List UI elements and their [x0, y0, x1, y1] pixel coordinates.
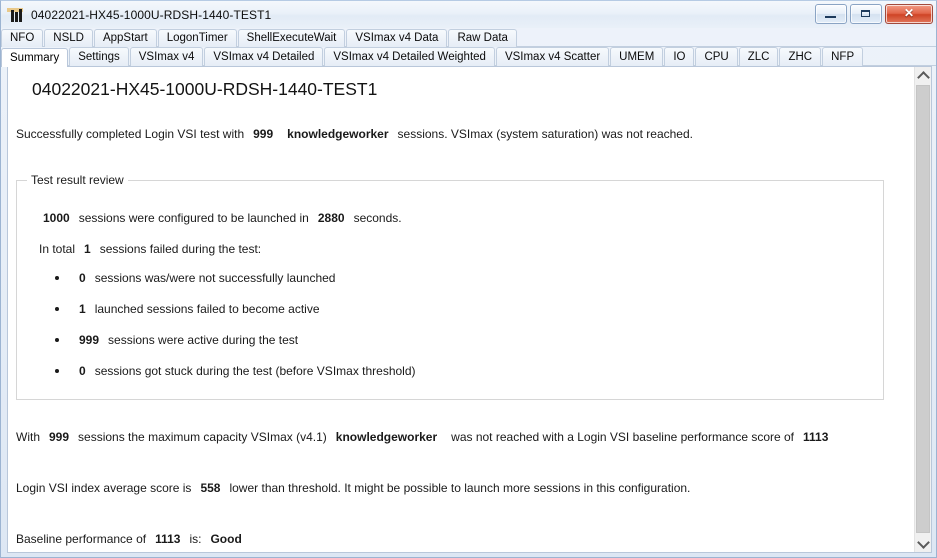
- intro-session-count: 999: [253, 127, 274, 141]
- bullet-text: launched sessions failed to become activ…: [94, 302, 320, 316]
- capacity-baseline-score: 1113: [803, 430, 829, 444]
- bullet-text: sessions got stuck during the test (befo…: [94, 364, 416, 378]
- bullet-text: sessions were active during the test: [108, 333, 299, 347]
- minimize-button[interactable]: [815, 4, 847, 24]
- tab-strip-primary: NFO NSLD AppStart LogonTimer ShellExecuteWai…: [1, 28, 936, 47]
- bullet-item: 999 sessions were active during the test: [55, 333, 298, 347]
- scroll-down-button[interactable]: [915, 535, 931, 552]
- bullet-value: 0: [79, 271, 86, 285]
- maximize-button[interactable]: [850, 4, 882, 24]
- configured-sessions-line: 1000 sessions were configured to be launc…: [43, 211, 402, 225]
- tab-vsimax-v4-detailed-weighted[interactable]: VSImax v4 Detailed Weighted: [324, 47, 495, 66]
- vertical-scrollbar[interactable]: [914, 67, 931, 552]
- configured-seconds: 2880: [317, 211, 345, 225]
- capacity-text: With 999 sessions the maximum capacity VSI…: [16, 430, 828, 444]
- window-title: 04022021-HX45-1000U-RDSH-1440-TEST1: [31, 7, 272, 22]
- index-score-text: Login VSI index average score is 558 lower…: [16, 481, 690, 495]
- index-prefix: Login VSI index average score is: [16, 481, 192, 495]
- bullet-item: 1 launched sessions failed to become acti…: [55, 302, 320, 316]
- capacity-workload: knowledgeworker: [335, 430, 438, 444]
- baseline-value: 1113: [155, 532, 181, 546]
- tab-zhc[interactable]: ZHC: [779, 47, 822, 66]
- test-result-review-group: Test result review 1000 sessions were con…: [16, 173, 884, 400]
- bullet-dot-icon: [55, 307, 59, 311]
- tab-nsld[interactable]: NSLD: [44, 29, 93, 47]
- tab-appstart[interactable]: AppStart: [93, 29, 157, 47]
- bullet-value: 1: [79, 302, 86, 316]
- tab-vsimax-v4-scatter[interactable]: VSImax v4 Scatter: [495, 47, 610, 66]
- scroll-up-button[interactable]: [915, 67, 931, 84]
- index-suffix: lower than threshold. It might be possib…: [229, 481, 691, 495]
- bullet-value: 0: [79, 364, 86, 378]
- application-window: 04022021-HX45-1000U-RDSH-1440-TEST1 ✕ NF…: [0, 0, 937, 558]
- tab-raw-data[interactable]: Raw Data: [448, 29, 517, 47]
- failed-suffix: sessions failed during the test:: [99, 242, 262, 256]
- tab-shellexecutewait[interactable]: ShellExecuteWait: [237, 29, 346, 47]
- intro-prefix: Successfully completed Login VSI test wi…: [16, 127, 245, 141]
- close-button[interactable]: ✕: [885, 4, 933, 24]
- tab-io[interactable]: IO: [664, 47, 695, 66]
- capacity-sessions: 999: [49, 430, 70, 444]
- bullet-dot-icon: [55, 276, 59, 280]
- tab-logontimer[interactable]: LogonTimer: [157, 29, 237, 47]
- tab-nfp[interactable]: NFP: [822, 47, 864, 66]
- failed-sessions-line: In total 1 sessions failed during the test…: [39, 242, 261, 256]
- tab-strip-secondary: Summary Settings VSImax v4 VSImax v4 Detail…: [1, 46, 936, 67]
- tab-nfo[interactable]: NFO: [1, 29, 44, 47]
- tab-summary[interactable]: Summary: [1, 48, 69, 67]
- configured-mid: sessions were configured to be launched …: [78, 211, 309, 225]
- bullet-value: 999: [79, 333, 100, 347]
- chevron-up-icon: [916, 70, 930, 84]
- content-panel: 04022021-HX45-1000U-RDSH-1440-TEST1 Succ…: [7, 66, 932, 553]
- title-bar: 04022021-HX45-1000U-RDSH-1440-TEST1 ✕: [1, 1, 936, 28]
- bullet-item: 0 sessions was/were not successfully laun…: [55, 271, 335, 285]
- caption-buttons: ✕: [815, 4, 933, 24]
- failed-prefix: In total: [39, 242, 76, 256]
- baseline-performance-text: Baseline performance of 1113 is: Good: [16, 532, 242, 546]
- group-title: Test result review: [27, 173, 128, 187]
- bullet-dot-icon: [55, 338, 59, 342]
- chevron-down-icon: [916, 535, 930, 549]
- intro-workload: knowledgeworker: [287, 127, 389, 141]
- tab-umem[interactable]: UMEM: [610, 47, 664, 66]
- scrollbar-thumb[interactable]: [916, 85, 930, 533]
- tab-vsimax-v4-data[interactable]: VSImax v4 Data: [346, 29, 448, 47]
- tab-settings[interactable]: Settings: [69, 47, 129, 66]
- page-title: 04022021-HX45-1000U-RDSH-1440-TEST1: [32, 79, 378, 99]
- configured-suffix: seconds.: [353, 211, 402, 225]
- tab-cpu[interactable]: CPU: [695, 47, 738, 66]
- bullet-text: sessions was/were not successfully launc…: [94, 271, 336, 285]
- tab-vsimax-v4-detailed[interactable]: VSImax v4 Detailed: [204, 47, 324, 66]
- intro-suffix: sessions. VSImax (system saturation) was…: [397, 127, 693, 141]
- minimize-icon: [825, 16, 836, 18]
- baseline-rating: Good: [210, 532, 242, 546]
- bar-chart-icon: [7, 7, 24, 22]
- close-icon: ✕: [903, 6, 915, 20]
- baseline-prefix: Baseline performance of: [16, 532, 147, 546]
- index-value: 558: [200, 481, 221, 495]
- capacity-prefix: With: [16, 430, 40, 444]
- tab-vsimax-v4[interactable]: VSImax v4: [129, 47, 204, 66]
- baseline-mid: is:: [189, 532, 202, 546]
- failed-count: 1: [84, 242, 91, 256]
- summary-pane: 04022021-HX45-1000U-RDSH-1440-TEST1 Succ…: [8, 67, 914, 552]
- intro-text: Successfully completed Login VSI test wi…: [16, 127, 693, 141]
- capacity-mid: sessions the maximum capacity VSImax (v4…: [78, 430, 327, 444]
- maximize-icon: [861, 10, 870, 17]
- configured-count: 1000: [43, 211, 70, 225]
- tab-zlc[interactable]: ZLC: [738, 47, 779, 66]
- bullet-dot-icon: [55, 369, 59, 373]
- capacity-suffix: was not reached with a Login VSI baselin…: [451, 430, 795, 444]
- bullet-item: 0 sessions got stuck during the test (bef…: [55, 364, 416, 378]
